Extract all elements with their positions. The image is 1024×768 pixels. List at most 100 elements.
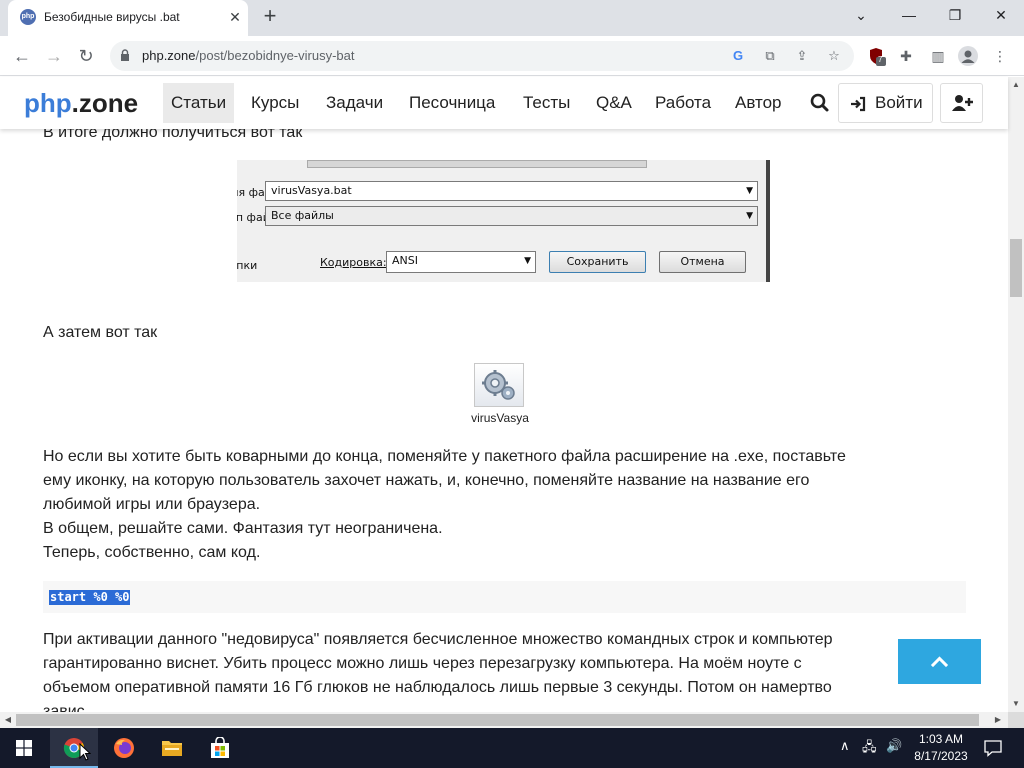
extensions-puzzle-icon[interactable]: ✚: [896, 46, 916, 66]
login-label: Войти: [875, 93, 923, 112]
dropdown-arrow-icon: ▼: [524, 256, 531, 266]
code-text[interactable]: start %0 %0: [49, 590, 131, 605]
scroll-up-arrow-icon[interactable]: ▲: [1011, 80, 1021, 90]
code-block[interactable]: start %0 %0: [43, 581, 966, 613]
paragraph-decide: В общем, решайте сами. Фантазия тут неог…: [43, 520, 443, 537]
back-button[interactable]: ←: [8, 42, 36, 70]
filetype-value: Все файлы: [271, 209, 334, 222]
extension-badge: 7: [878, 55, 883, 64]
paragraph-code-intro: Теперь, собственно, сам код.: [43, 544, 261, 561]
share-icon[interactable]: ⇪: [792, 47, 812, 65]
search-icon[interactable]: [808, 91, 832, 115]
vertical-scroll-thumb[interactable]: [1010, 239, 1022, 297]
screenshot-scrollbar: [307, 160, 647, 168]
scroll-right-arrow-icon[interactable]: ▶: [993, 715, 1003, 725]
forward-button[interactable]: →: [40, 42, 68, 70]
encoding-select: ANSI ▼: [386, 251, 536, 273]
nav-courses[interactable]: Курсы: [243, 83, 307, 123]
filetype-field: Все файлы ▼: [265, 206, 758, 226]
paragraph-after-2: гарантированно виснет. Убить процесс мож…: [43, 655, 802, 672]
php-favicon-icon: php: [20, 9, 36, 25]
tab-close-icon[interactable]: ✕: [226, 8, 244, 26]
scroll-down-arrow-icon[interactable]: ▼: [1011, 699, 1021, 709]
address-bar[interactable]: php.zone/post/bezobidnye-virusy-bat G ⧉ …: [110, 41, 854, 71]
browser-toolbar: ← → ↻ php.zone/post/bezobidnye-virusy-ba…: [0, 36, 1024, 76]
minimize-button[interactable]: —: [886, 0, 932, 32]
new-tab-button[interactable]: +: [258, 5, 282, 29]
vertical-scrollbar[interactable]: ▲ ▼: [1008, 77, 1024, 712]
filename-value: virusVasya.bat: [271, 184, 352, 197]
taskbar-file-explorer[interactable]: [148, 728, 196, 768]
folder-icon: [162, 741, 182, 756]
encoding-label: Кодировка:: [320, 256, 387, 269]
restore-button[interactable]: ❐: [932, 0, 978, 32]
volume-icon[interactable]: 🔊: [886, 738, 902, 754]
nav-author[interactable]: Автор: [727, 83, 790, 123]
register-button[interactable]: [940, 83, 983, 123]
paragraph-sneaky-3: любимой игры или браузера.: [43, 496, 261, 513]
bookmark-star-icon[interactable]: ☆: [824, 47, 844, 65]
side-panel-icon[interactable]: ▥: [928, 46, 948, 66]
reload-button[interactable]: ↻: [72, 42, 100, 70]
encoding-value: ANSI: [392, 254, 418, 267]
save-button-image: Сохранить: [549, 251, 646, 273]
horizontal-scrollbar[interactable]: ◀ ▶: [0, 712, 1008, 728]
paragraph-after-3: объемом оперативной памяти 16 Гб глюков …: [43, 679, 832, 696]
save-dialog-screenshot: Имя файла: virusVasya.bat▼ Тип файла: Вс…: [237, 160, 770, 282]
site-header: php.zone Статьи Курсы Задачи Песочница Т…: [0, 77, 1008, 129]
dropdown-arrow-icon: ▼: [746, 211, 753, 221]
nav-qa[interactable]: Q&A: [588, 83, 640, 123]
tab-title: Безобидные вирусы .bat: [44, 10, 180, 24]
close-window-button[interactable]: ✕: [978, 0, 1024, 32]
url-host: php.zone: [142, 48, 196, 63]
lock-icon: [121, 49, 129, 61]
url-text: php.zone/post/bezobidnye-virusy-bat: [142, 48, 354, 63]
paragraph-after-4: завис.: [43, 703, 90, 712]
tray-chevron-up-icon[interactable]: ∧: [840, 738, 850, 754]
nav-jobs[interactable]: Работа: [647, 83, 719, 123]
screenshot-border: [766, 160, 770, 282]
tab-search-chevron-icon[interactable]: ⌄: [838, 0, 884, 32]
google-lens-icon[interactable]: G: [728, 47, 748, 65]
browser-tab[interactable]: php Безобидные вирусы .bat ✕: [8, 0, 248, 36]
notifications-icon[interactable]: [984, 739, 1002, 757]
site-logo[interactable]: php.zone: [24, 88, 138, 119]
sign-in-icon: [851, 96, 866, 112]
taskbar: ∧ 🖧 🔊 1:03 AM 8/17/2023: [0, 728, 1024, 768]
taskbar-firefox[interactable]: [100, 728, 148, 768]
paragraph-sneaky-2: ему иконку, на которую пользователь захо…: [43, 472, 810, 489]
cancel-button-image: Отмена: [659, 251, 746, 273]
scroll-to-top-button[interactable]: [898, 639, 981, 684]
taskbar-chrome[interactable]: [50, 728, 98, 768]
taskbar-store[interactable]: [196, 728, 244, 768]
nav-tasks[interactable]: Задачи: [318, 83, 391, 123]
nav-sandbox[interactable]: Песочница: [401, 83, 503, 123]
scroll-left-arrow-icon[interactable]: ◀: [3, 715, 13, 725]
ublock-extension-icon[interactable]: 7: [866, 46, 886, 66]
start-button[interactable]: [0, 728, 48, 768]
scrollbar-corner: [1008, 712, 1024, 728]
bat-file-icon: [474, 363, 524, 407]
clock-date: 8/17/2023: [914, 749, 968, 763]
taskbar-clock[interactable]: 1:03 AM 8/17/2023: [906, 731, 976, 765]
logo-php: php: [24, 88, 72, 118]
dropdown-arrow-icon: ▼: [746, 186, 753, 196]
logo-zone: .zone: [71, 88, 139, 118]
page-content: В итоге должно получиться вот так Имя фа…: [0, 77, 1008, 712]
store-bag-icon: [211, 737, 229, 758]
horizontal-scroll-thumb[interactable]: [16, 714, 979, 726]
chrome-menu-icon[interactable]: ⋮: [990, 46, 1010, 66]
profile-avatar-icon[interactable]: [958, 46, 978, 66]
nav-articles[interactable]: Статьи: [163, 83, 235, 123]
translate-icon[interactable]: ⧉: [760, 47, 780, 65]
paragraph-sneaky-1: Но если вы хотите быть коварными до конц…: [43, 448, 846, 465]
network-icon[interactable]: 🖧: [862, 738, 877, 760]
firefox-icon: [114, 738, 134, 758]
paragraph-then: А затем вот так: [43, 324, 158, 341]
nav-tests[interactable]: Тесты: [515, 83, 578, 123]
paragraph-after-1: При активации данного "недовируса" появл…: [43, 631, 833, 648]
file-caption: virusVasya: [471, 411, 529, 425]
tab-strip: php Безобидные вирусы .bat ✕ + ⌄ — ❐ ✕: [0, 0, 1024, 36]
chevron-up-icon: [930, 656, 949, 668]
login-button[interactable]: Войти: [838, 83, 933, 123]
